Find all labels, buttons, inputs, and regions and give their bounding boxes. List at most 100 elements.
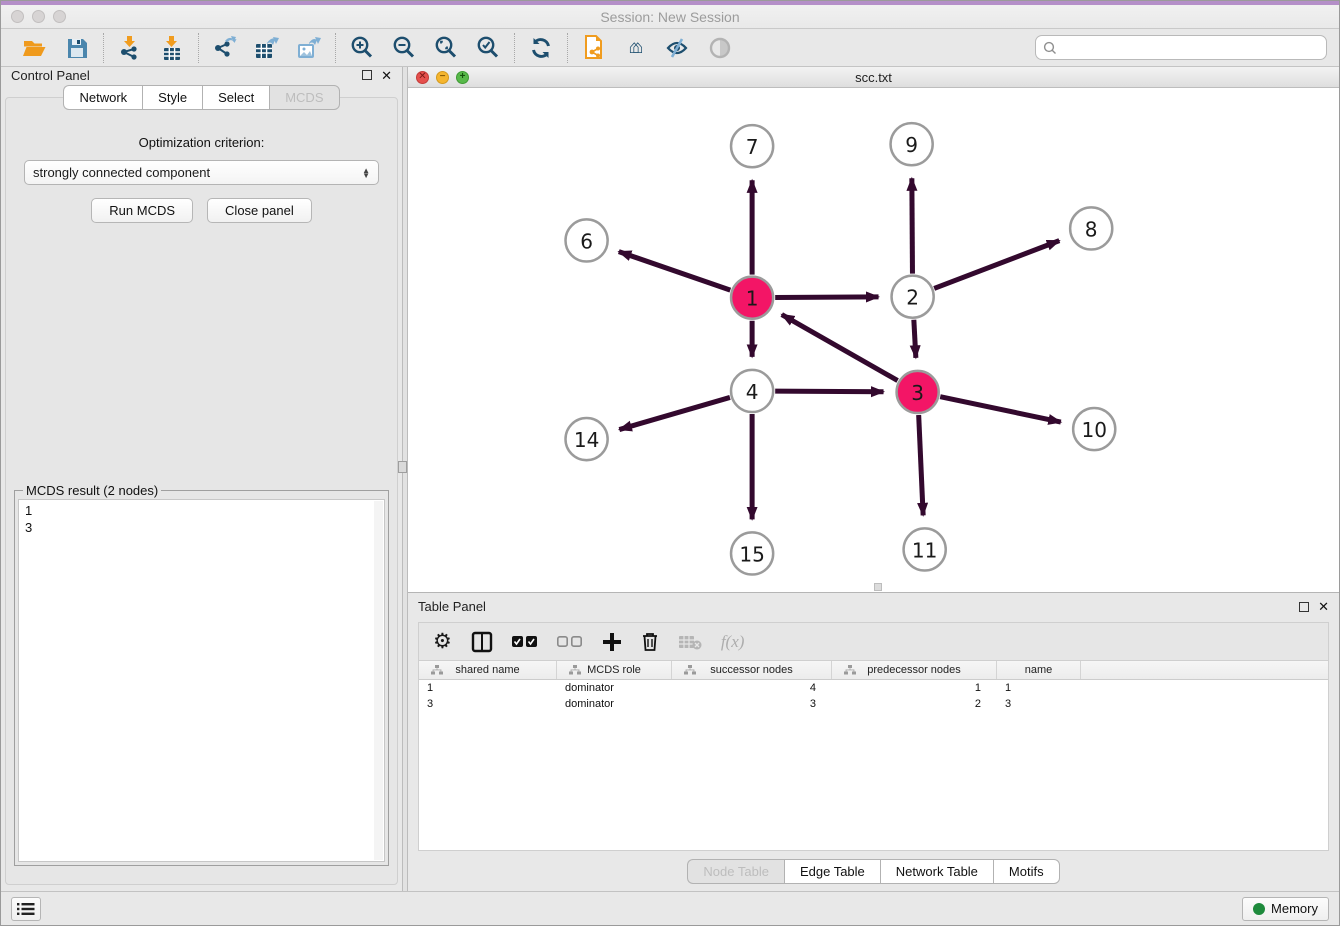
graph-edge-3-1[interactable] <box>782 315 898 381</box>
tab-network[interactable]: Network <box>63 85 142 110</box>
export-image-icon[interactable] <box>295 34 323 62</box>
column-header-name[interactable]: name <box>997 661 1081 679</box>
delete-column-icon[interactable] <box>641 629 659 655</box>
import-network-icon[interactable] <box>116 34 144 62</box>
mcds-result-text[interactable]: 13 <box>18 499 385 862</box>
close-table-panel-icon[interactable]: ✕ <box>1318 600 1329 613</box>
splitter-grip[interactable] <box>398 461 407 473</box>
graph-edge-4-3[interactable] <box>775 391 883 392</box>
table-cell[interactable]: 3 <box>419 696 557 712</box>
deselect-all-rows-icon[interactable] <box>557 629 583 655</box>
delete-table-icon[interactable] <box>678 629 702 655</box>
table-row[interactable]: 1dominator411 <box>419 680 1328 696</box>
graph-node-1[interactable]: 1 <box>731 277 773 319</box>
column-label: MCDS role <box>587 664 641 676</box>
run-mcds-button[interactable]: Run MCDS <box>91 198 193 223</box>
network-canvas[interactable]: 7 9 6 8 1 2 4 3 14 10 15 11 <box>408 88 1339 592</box>
table-cell[interactable]: 3 <box>672 696 832 712</box>
zoom-selected-icon[interactable] <box>474 34 502 62</box>
zoom-fit-icon[interactable] <box>432 34 460 62</box>
export-table-icon[interactable] <box>253 34 281 62</box>
table-cell[interactable]: 4 <box>672 680 832 696</box>
table-cell[interactable]: 1 <box>997 680 1081 696</box>
table-cell[interactable]: dominator <box>557 680 672 696</box>
hide-selected-icon[interactable] <box>664 34 692 62</box>
zoom-in-icon[interactable] <box>348 34 376 62</box>
graph-node-11[interactable]: 11 <box>904 529 946 571</box>
graph-edge-3-10[interactable] <box>940 397 1061 422</box>
table-row[interactable]: 3dominator323 <box>419 696 1328 712</box>
tab-select[interactable]: Select <box>202 85 269 110</box>
graph-node-6[interactable]: 6 <box>566 220 608 262</box>
select-all-rows-icon[interactable] <box>512 629 538 655</box>
graph-node-3[interactable]: 3 <box>897 371 939 413</box>
node-table[interactable]: shared name MCDS role successor nodesprede… <box>418 660 1329 851</box>
graph-node-7[interactable]: 7 <box>731 126 773 168</box>
table-cell[interactable]: 1 <box>832 680 997 696</box>
mcds-result-scrollbar[interactable] <box>374 501 383 860</box>
main-area: Control Panel ✕ NetworkStyleSelectMCDS O… <box>1 67 1339 891</box>
refresh-view-icon[interactable] <box>527 34 555 62</box>
copy-network-icon[interactable] <box>580 34 608 62</box>
select-stepper-icon: ▲▼ <box>362 168 370 178</box>
right-side: ✕ − + scc.txt 7968124314101511 Table Pan… <box>408 67 1339 891</box>
network-graph[interactable]: 7 9 6 8 1 2 4 3 14 10 15 11 <box>408 88 1339 592</box>
search-box[interactable] <box>1035 35 1327 60</box>
graph-edge-4-14[interactable] <box>619 398 730 430</box>
close-panel-icon[interactable]: ✕ <box>381 69 392 82</box>
graph-node-label: 9 <box>905 134 918 158</box>
tab-motifs[interactable]: Motifs <box>993 859 1060 884</box>
graph-node-9[interactable]: 9 <box>891 124 933 166</box>
tab-style[interactable]: Style <box>142 85 202 110</box>
column-header-shared-name[interactable]: shared name <box>419 661 557 679</box>
graph-edge-1-2[interactable] <box>775 297 878 298</box>
graph-edge-1-6[interactable] <box>619 252 730 291</box>
add-column-icon[interactable] <box>602 629 622 655</box>
open-file-icon[interactable] <box>21 34 49 62</box>
close-panel-button[interactable]: Close panel <box>207 198 312 223</box>
graph-node-8[interactable]: 8 <box>1070 208 1112 250</box>
graph-node-4[interactable]: 4 <box>731 370 773 412</box>
float-panel-icon[interactable] <box>362 70 372 80</box>
application-window: Session: New Session <box>0 0 1340 926</box>
tab-mcds[interactable]: MCDS <box>269 85 339 110</box>
table-settings-icon[interactable]: ⚙ <box>433 629 452 655</box>
column-visibility-icon[interactable] <box>471 629 493 655</box>
optimization-criterion-select[interactable]: strongly connected component ▲▼ <box>24 160 379 185</box>
list-icon <box>17 902 35 916</box>
graph-node-label: 15 <box>739 543 765 567</box>
graph-edge-2-8[interactable] <box>934 241 1059 289</box>
memory-button[interactable]: Memory <box>1242 897 1329 921</box>
main-toolbar: ⌂⌂ <box>1 29 1339 67</box>
table-cell[interactable]: 2 <box>832 696 997 712</box>
apply-function-icon[interactable]: f(x) <box>721 629 745 655</box>
home-glyph: ⌂⌂ <box>629 37 644 59</box>
graph-edge-3-11[interactable] <box>919 415 923 515</box>
table-cell[interactable]: 1 <box>419 680 557 696</box>
graph-node-10[interactable]: 10 <box>1073 408 1115 450</box>
float-table-panel-icon[interactable] <box>1299 602 1309 612</box>
column-header-predecessor-nodes[interactable]: predecessor nodes <box>832 661 997 679</box>
tab-node-table[interactable]: Node Table <box>687 859 784 884</box>
graph-node-15[interactable]: 15 <box>731 533 773 575</box>
tab-network-table[interactable]: Network Table <box>880 859 993 884</box>
zoom-out-icon[interactable] <box>390 34 418 62</box>
network-window-titlebar[interactable]: ✕ − + scc.txt <box>408 67 1339 88</box>
graph-node-14[interactable]: 14 <box>566 418 608 460</box>
graph-edge-2-9[interactable] <box>912 179 913 274</box>
column-header-mcds-role[interactable]: MCDS role <box>557 661 672 679</box>
show-all-icon[interactable] <box>706 34 734 62</box>
tab-edge-table[interactable]: Edge Table <box>784 859 880 884</box>
column-header-successor-nodes[interactable]: successor nodes <box>672 661 832 679</box>
canvas-grip[interactable] <box>874 583 882 591</box>
search-input[interactable] <box>1062 40 1319 55</box>
graph-node-2[interactable]: 2 <box>892 276 934 318</box>
home-layout-icon[interactable]: ⌂⌂ <box>622 34 650 62</box>
task-history-button[interactable] <box>11 897 41 921</box>
export-network-icon[interactable] <box>211 34 239 62</box>
table-cell[interactable]: 3 <box>997 696 1081 712</box>
import-table-icon[interactable] <box>158 34 186 62</box>
save-session-icon[interactable] <box>63 34 91 62</box>
table-cell[interactable]: dominator <box>557 696 672 712</box>
graph-edge-2-3[interactable] <box>914 320 916 358</box>
